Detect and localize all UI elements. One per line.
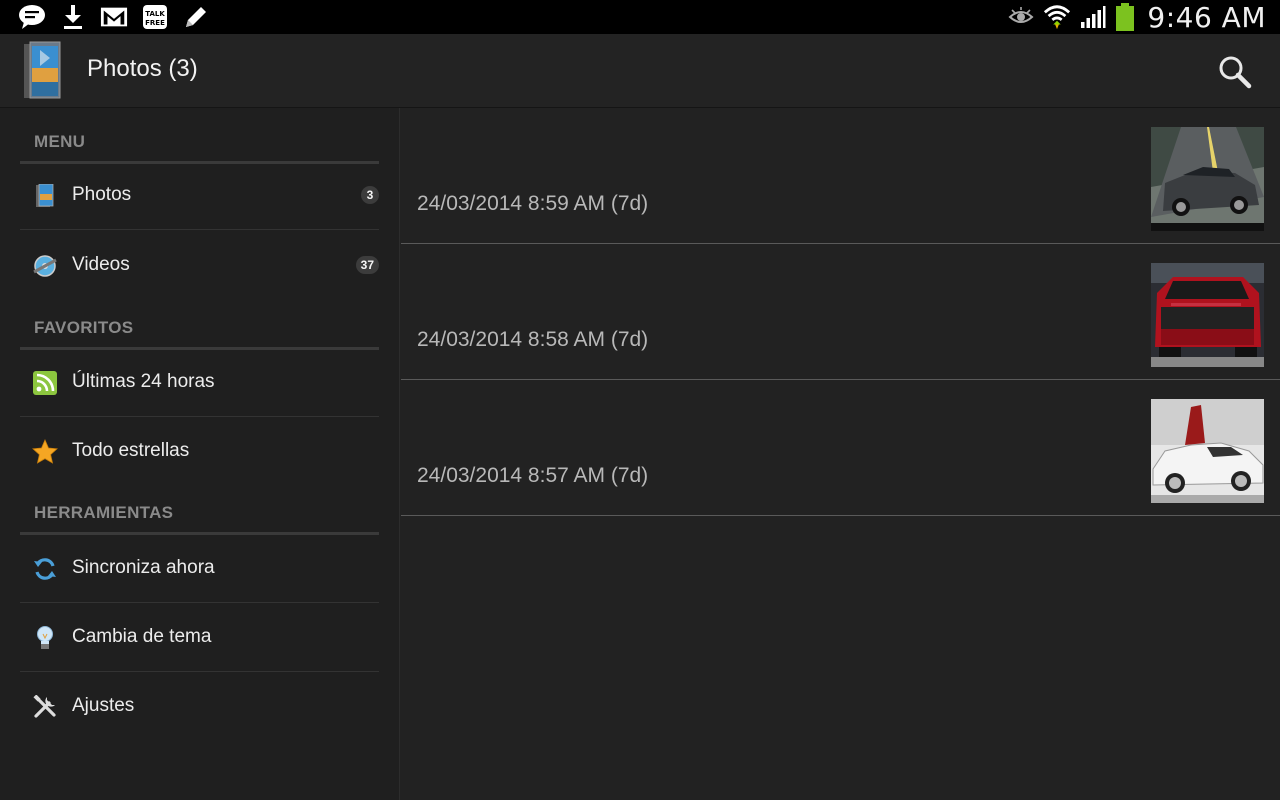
sidebar-item-ajustes[interactable]: Ajustes xyxy=(20,672,379,741)
sidebar-item-sincroniza-ahora[interactable]: Sincroniza ahora xyxy=(20,534,379,603)
count-badge: 3 xyxy=(361,186,379,204)
sidebar-item-label: Ajustes xyxy=(72,695,135,716)
section-header-favoritos: FAVORITOS xyxy=(20,294,379,350)
chat-icon xyxy=(18,4,46,30)
action-bar: Photos (3) xyxy=(0,34,1280,108)
talk-free-icon: TALK FREE xyxy=(141,4,169,30)
eye-icon xyxy=(1007,4,1035,30)
section-header-menu: MENU xyxy=(20,108,379,164)
sidebar-item-label: Todo estrellas xyxy=(72,440,190,461)
system-icons: 9:46 AM xyxy=(1007,0,1266,34)
section-header-herramientas: HERRAMIENTAS xyxy=(20,479,379,535)
sidebar: MENU Photos 3 Videos 37 FAVORITOS Última… xyxy=(0,108,400,800)
photos-icon xyxy=(32,183,58,209)
edit-icon xyxy=(182,4,210,30)
sidebar-item-label: Sincroniza ahora xyxy=(72,557,215,578)
download-icon xyxy=(59,4,87,30)
lightbulb-icon xyxy=(32,625,58,651)
star-icon xyxy=(32,439,58,465)
battery-icon xyxy=(1115,3,1135,31)
rss-icon xyxy=(32,370,58,396)
list-item[interactable]: 24/03/2014 8:57 AM (7d) xyxy=(401,380,1280,516)
clock: 9:46 AM xyxy=(1147,0,1266,34)
tools-icon xyxy=(32,694,58,720)
status-bar: TALK FREE 9:46 AM xyxy=(0,0,1280,34)
page-title: Photos (3) xyxy=(87,55,198,82)
list-item[interactable]: 24/03/2014 8:58 AM (7d) xyxy=(401,244,1280,380)
sidebar-item-label: Cambia de tema xyxy=(72,626,212,647)
sidebar-item-todo-estrellas[interactable]: Todo estrellas xyxy=(20,417,379,486)
videos-icon xyxy=(32,253,58,279)
photo-date: 24/03/2014 8:58 AM (7d) xyxy=(417,328,649,351)
photo-list: 24/03/2014 8:59 AM (7d) 24/03/2014 8:58 … xyxy=(401,108,1280,800)
photo-date: 24/03/2014 8:57 AM (7d) xyxy=(417,464,649,487)
signal-icon xyxy=(1079,4,1107,30)
svg-text:TALK: TALK xyxy=(145,10,165,18)
count-badge: 37 xyxy=(355,256,379,274)
photo-thumbnail[interactable] xyxy=(1151,263,1264,367)
list-item[interactable]: 24/03/2014 8:59 AM (7d) xyxy=(401,108,1280,244)
sidebar-item-photos[interactable]: Photos 3 xyxy=(20,161,379,230)
search-button[interactable] xyxy=(1214,51,1256,93)
photo-thumbnail[interactable] xyxy=(1151,399,1264,503)
sidebar-item-ultimas-24-horas[interactable]: Últimas 24 horas xyxy=(20,348,379,417)
sidebar-item-label: Videos xyxy=(72,254,130,275)
photo-date: 24/03/2014 8:59 AM (7d) xyxy=(417,192,649,215)
sidebar-item-videos[interactable]: Videos 37 xyxy=(20,231,379,300)
sidebar-item-cambia-de-tema[interactable]: Cambia de tema xyxy=(20,603,379,672)
sync-icon xyxy=(32,556,58,582)
sidebar-item-label: Photos xyxy=(72,184,132,205)
search-icon xyxy=(1219,56,1252,89)
notification-icons: TALK FREE xyxy=(18,4,210,30)
gmail-icon xyxy=(100,4,128,30)
app-logo-icon[interactable] xyxy=(22,40,68,102)
sidebar-item-label: Últimas 24 horas xyxy=(72,371,215,392)
svg-text:FREE: FREE xyxy=(145,19,165,27)
wifi-icon xyxy=(1043,4,1071,30)
photo-thumbnail[interactable] xyxy=(1151,127,1264,231)
